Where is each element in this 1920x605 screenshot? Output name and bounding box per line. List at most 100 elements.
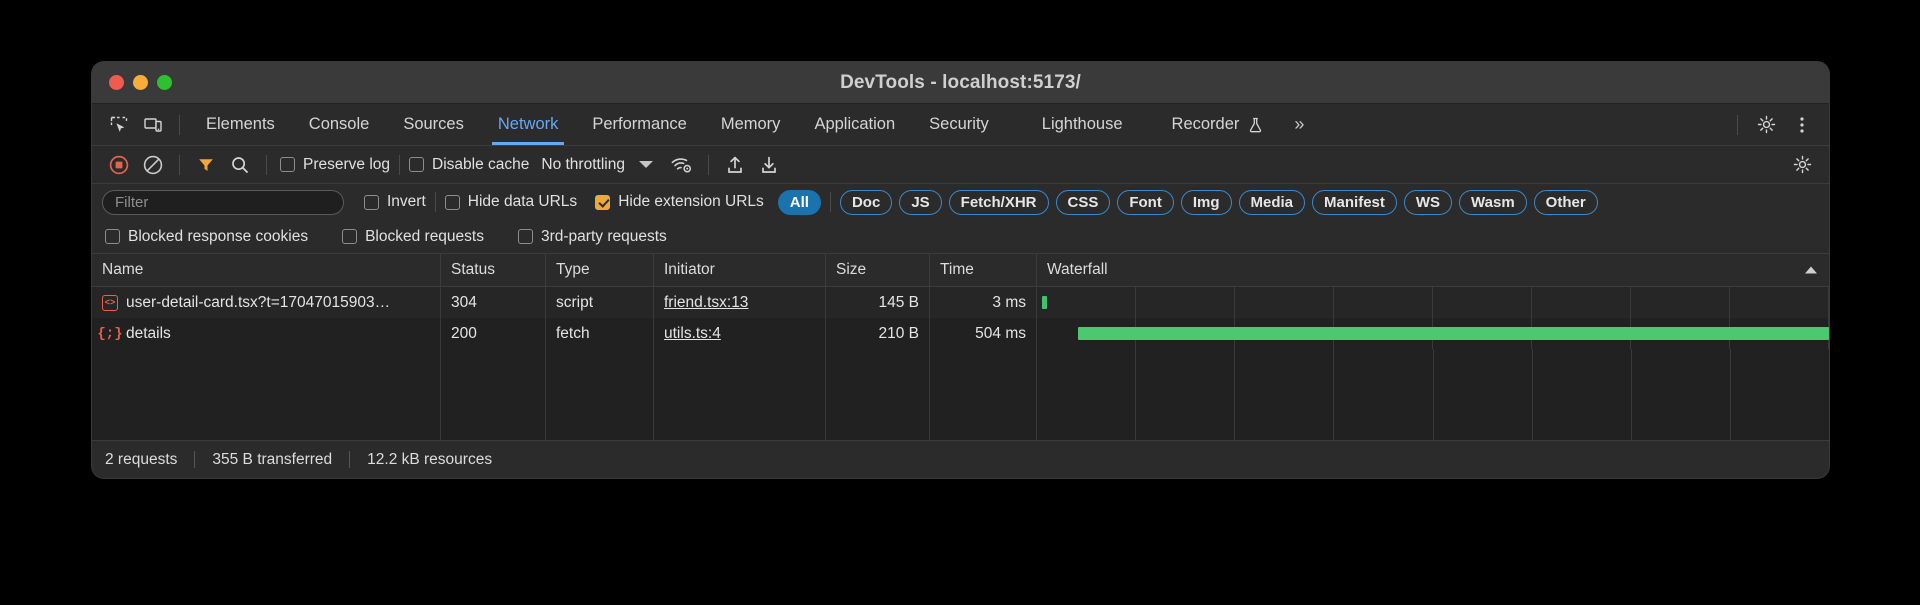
blocked-requests-label: Blocked requests — [365, 227, 484, 245]
column-header-type[interactable]: Type — [546, 254, 654, 286]
cell-waterfall — [1037, 287, 1829, 318]
waterfall-gridlines — [1037, 287, 1829, 318]
devtools-tabbar: Elements Console Sources Network Perform… — [92, 104, 1829, 146]
cell-time: 504 ms — [930, 318, 1037, 349]
requests-table: Name Status Type Initiator Size Time Wat… — [92, 254, 1829, 440]
export-har-icon[interactable] — [752, 150, 786, 180]
filter-pill-doc[interactable]: Doc — [839, 189, 893, 215]
tabs-overflow-button[interactable]: » — [1280, 114, 1318, 135]
table-body: <> user-detail-card.tsx?t=17047015903… 3… — [92, 287, 1829, 440]
column-header-name[interactable]: Name — [92, 254, 441, 286]
clear-icon[interactable] — [136, 150, 170, 180]
chevron-down-icon[interactable] — [638, 161, 653, 168]
disable-cache-checkbox[interactable]: Disable cache — [409, 156, 529, 174]
tab-label: Network — [497, 115, 559, 133]
toolbar-divider-2 — [266, 154, 267, 175]
kebab-menu-icon[interactable] — [1785, 110, 1819, 140]
record-stop-icon[interactable] — [102, 150, 136, 180]
column-header-waterfall[interactable]: Waterfall — [1037, 254, 1829, 286]
filter-divider — [434, 192, 436, 212]
filter-pill-other[interactable]: Other — [1533, 189, 1598, 215]
cell-name[interactable]: {;} details — [92, 318, 441, 349]
initiator-link[interactable]: friend.tsx:13 — [664, 294, 748, 312]
window-title: DevTools - localhost:5173/ — [840, 71, 1081, 93]
filter-pill-wasm[interactable]: Wasm — [1459, 189, 1527, 215]
cell-status: 200 — [441, 318, 546, 349]
tab-lighthouse[interactable]: Lighthouse — [1006, 104, 1140, 145]
table-row[interactable]: {;} details 200 fetch utils.ts:4 210 B 5… — [92, 318, 1829, 349]
hide-data-urls-checkbox[interactable]: Hide data URLs — [444, 193, 578, 211]
tab-elements[interactable]: Elements — [189, 104, 292, 145]
throttling-select[interactable]: No throttling — [541, 156, 625, 174]
filter-pill-manifest[interactable]: Manifest — [1312, 189, 1397, 215]
summary-transferred: 355 B transferred — [212, 450, 333, 468]
filter-pill-ws[interactable]: WS — [1403, 189, 1453, 215]
cell-size: 210 B — [826, 318, 930, 349]
filter-pill-all[interactable]: All — [777, 189, 821, 215]
filter-funnel-icon[interactable] — [189, 150, 223, 180]
tab-security[interactable]: Security — [912, 104, 1006, 145]
filter-pill-js[interactable]: JS — [899, 189, 942, 215]
filter-pill-media[interactable]: Media — [1238, 189, 1306, 215]
gear-icon[interactable] — [1749, 110, 1783, 140]
third-party-requests-label: 3rd-party requests — [540, 227, 667, 245]
preserve-log-label: Preserve log — [303, 155, 391, 173]
device-toolbar-icon[interactable] — [136, 110, 170, 140]
column-header-size[interactable]: Size — [826, 254, 930, 286]
third-party-requests-checkbox[interactable]: 3rd-party requests — [517, 227, 667, 246]
inspect-element-icon[interactable] — [102, 110, 136, 140]
checkbox-box — [280, 157, 295, 172]
tab-label: Performance — [592, 115, 687, 133]
tab-recorder[interactable]: Recorder — [1140, 104, 1281, 145]
gear-icon[interactable] — [1785, 150, 1819, 180]
network-conditions-icon[interactable] — [665, 150, 699, 180]
filter-pill-css[interactable]: CSS — [1055, 189, 1111, 215]
preserve-log-checkbox[interactable]: Preserve log — [280, 156, 390, 174]
checkbox-box — [595, 194, 611, 210]
blocked-response-cookies-checkbox[interactable]: Blocked response cookies — [105, 228, 308, 246]
cell-initiator[interactable]: friend.tsx:13 — [654, 287, 826, 318]
column-header-status[interactable]: Status — [441, 254, 546, 286]
column-header-waterfall-label: Waterfall — [1047, 261, 1108, 278]
filter-pill-font[interactable]: Font — [1117, 189, 1174, 215]
network-toolbar: Preserve log Disable cache No throttling — [92, 146, 1829, 184]
tab-sources[interactable]: Sources — [386, 104, 481, 145]
cell-initiator[interactable]: utils.ts:4 — [654, 318, 826, 349]
column-header-initiator[interactable]: Initiator — [654, 254, 826, 286]
resource-type-filters: All Doc JS Fetch/XHR CSS Font Img Media … — [777, 189, 1598, 215]
tab-label: Elements — [206, 115, 275, 133]
tab-performance[interactable]: Performance — [575, 104, 703, 145]
network-summary-bar: 2 requests 355 B transferred 12.2 kB res… — [92, 440, 1829, 478]
tab-application[interactable]: Application — [797, 104, 912, 145]
import-har-icon[interactable] — [718, 150, 752, 180]
toolbar-divider-1 — [179, 154, 180, 175]
tab-network[interactable]: Network — [481, 104, 576, 145]
filter-input[interactable] — [102, 189, 344, 215]
filter-pill-img[interactable]: Img — [1180, 189, 1232, 215]
search-icon[interactable] — [223, 150, 257, 180]
waterfall-bar — [1041, 296, 1048, 309]
summary-divider-1 — [194, 451, 196, 468]
waterfall-bar — [1078, 327, 1829, 340]
toolbar-divider-3 — [399, 154, 401, 175]
checkbox-box — [517, 229, 533, 244]
hide-data-urls-label: Hide data URLs — [467, 193, 578, 210]
column-header-time[interactable]: Time — [930, 254, 1037, 286]
network-options-row: Blocked response cookies Blocked request… — [92, 220, 1829, 254]
json-fetch-icon: {;} — [97, 325, 123, 342]
window-titlebar: DevTools - localhost:5173/ — [92, 62, 1829, 104]
hide-extension-urls-checkbox[interactable]: Hide extension URLs — [595, 193, 764, 211]
initiator-link[interactable]: utils.ts:4 — [664, 325, 721, 343]
table-row[interactable]: <> user-detail-card.tsx?t=17047015903… 3… — [92, 287, 1829, 318]
tab-label: Memory — [720, 115, 781, 133]
cell-type: fetch — [546, 318, 654, 349]
checkbox-box — [409, 157, 425, 172]
filter-pill-fetch-xhr[interactable]: Fetch/XHR — [948, 189, 1049, 215]
tab-label: Sources — [403, 115, 464, 133]
blocked-requests-checkbox[interactable]: Blocked requests — [342, 228, 484, 246]
cell-name[interactable]: <> user-detail-card.tsx?t=17047015903… — [92, 287, 441, 318]
tab-memory[interactable]: Memory — [704, 104, 798, 145]
tab-console[interactable]: Console — [292, 104, 387, 145]
invert-checkbox[interactable]: Invert — [364, 193, 426, 211]
network-filter-row: Invert Hide data URLs Hide extension URL… — [92, 184, 1829, 220]
